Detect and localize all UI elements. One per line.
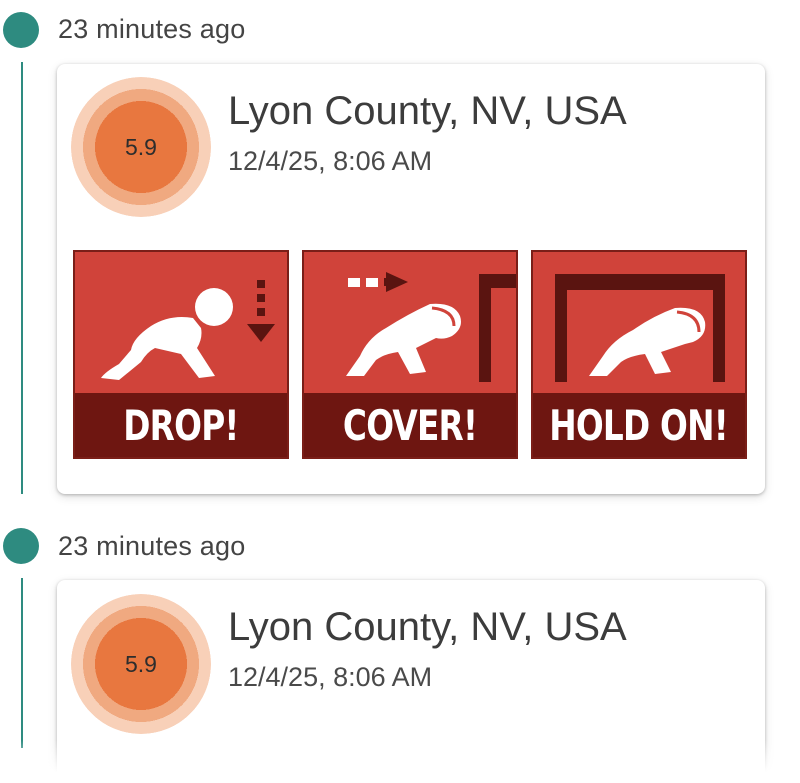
- timeline-rail: [21, 62, 23, 494]
- drop-panel: DROP!: [73, 250, 289, 459]
- time-ago-label: 23 minutes ago: [58, 14, 246, 44]
- time-ago-label: 23 minutes ago: [58, 531, 246, 561]
- location-title: Lyon County, NV, USA: [228, 605, 627, 649]
- magnitude-badge: 5.9: [71, 77, 211, 217]
- event-datetime: 12/4/25, 8:06 AM: [228, 662, 433, 692]
- hold-on-pose-icon: [555, 274, 725, 382]
- location-title: Lyon County, NV, USA: [228, 89, 627, 133]
- hold-on-caption: HOLD ON!: [533, 393, 745, 457]
- hold-on-panel: HOLD ON!: [531, 250, 747, 459]
- cover-panel: COVER!: [302, 250, 518, 459]
- magnitude-value: 5.9: [125, 133, 157, 160]
- timeline-dot: [3, 12, 39, 48]
- timeline-dot: [3, 528, 39, 564]
- magnitude-value: 5.9: [125, 650, 157, 677]
- bottom-fade: [0, 740, 800, 783]
- magnitude-badge: 5.9: [71, 594, 211, 734]
- earthquake-card[interactable]: 5.9 Lyon County, NV, USA 12/4/25, 8:06 A…: [57, 64, 765, 494]
- cover-pose-icon: [346, 272, 516, 382]
- timeline-rail: [21, 578, 23, 748]
- drop-pose-icon: [101, 280, 275, 380]
- cover-caption: COVER!: [304, 393, 516, 457]
- event-datetime: 12/4/25, 8:06 AM: [228, 146, 433, 176]
- drop-caption: DROP!: [75, 393, 287, 457]
